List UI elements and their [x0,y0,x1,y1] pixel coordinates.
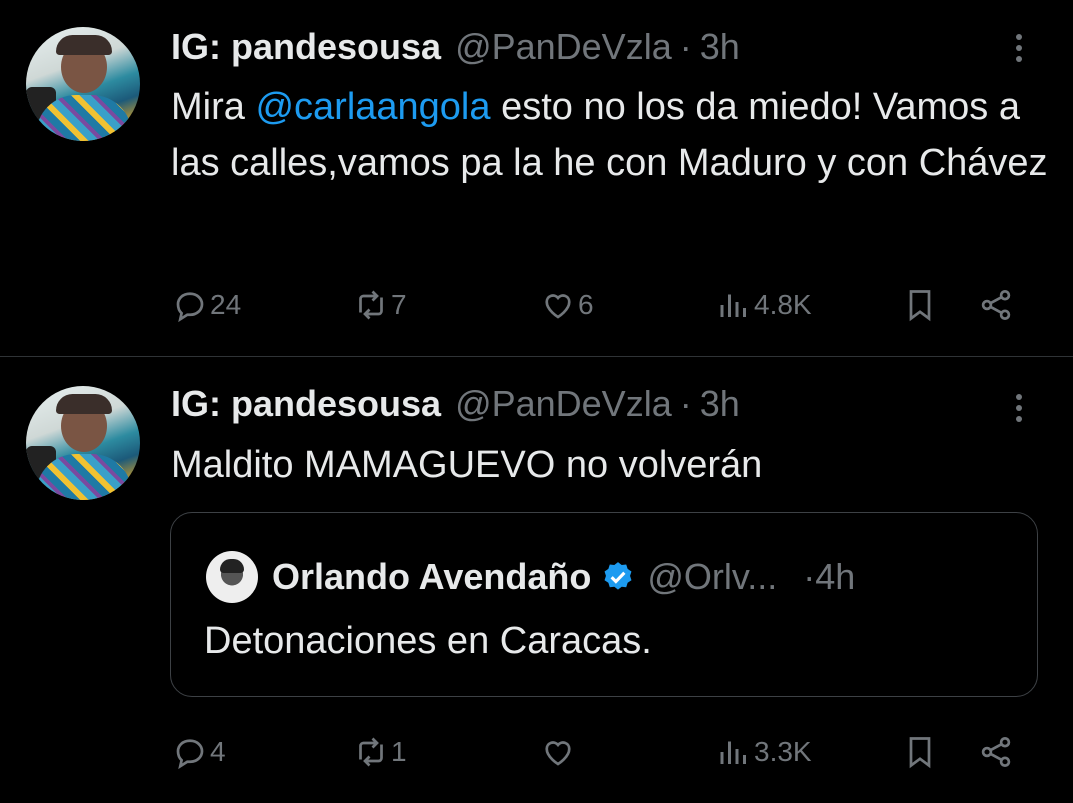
mention-link[interactable]: @carlaangola [255,86,490,128]
repost-arrows-icon [359,737,383,767]
like-button[interactable]: 6 [540,280,594,330]
reply-button[interactable]: 24 [172,280,241,330]
speech-bubble-icon [176,292,204,323]
more-options-button[interactable] [1004,28,1034,68]
reply-button[interactable]: 4 [172,727,226,777]
share-icon [981,290,1011,320]
heart-icon [545,741,571,766]
quoted-text: Detonaciones en Caracas. [204,620,652,662]
share-button[interactable] [978,727,1014,777]
quoted-timestamp[interactable]: ·4h [803,556,855,598]
vertical-ellipsis-icon [1016,34,1022,40]
author-name[interactable]: IG: pandesousa [171,26,441,68]
timestamp[interactable]: 3h [700,26,740,68]
quoted-header: Orlando Avendaño @Orlv... ·4h [272,551,855,603]
author-handle[interactable]: @PanDeVzla [455,26,672,68]
tweet-header: IG: pandesousa @PanDeVzla · 3h [171,26,740,68]
bookmark-button[interactable] [902,280,938,330]
quoted-author-name[interactable]: Orlando Avendaño [272,556,591,598]
like-count: 6 [578,289,594,320]
repost-count: 1 [391,736,407,767]
author-handle[interactable]: @PanDeVzla [455,383,672,425]
action-bar: 4 1 3.3K [0,727,1073,777]
bookmark-icon [909,290,931,322]
views-button[interactable]: 3.3K [716,727,812,777]
vertical-ellipsis-icon [1016,394,1022,400]
repost-button[interactable]: 7 [353,280,407,330]
separator-dot: · [679,383,692,424]
reply-count: 24 [210,289,242,320]
views-button[interactable]: 4.8K [716,280,812,330]
author-name[interactable]: IG: pandesousa [171,383,441,425]
bookmark-icon [909,737,931,769]
reply-count: 4 [210,736,226,767]
like-button[interactable] [540,727,578,777]
avatar[interactable] [26,27,140,141]
verified-badge-icon [604,562,632,590]
views-count: 4.8K [754,289,812,320]
repost-count: 7 [391,289,407,320]
more-options-button[interactable] [1004,388,1034,428]
quoted-tweet[interactable]: Orlando Avendaño @Orlv... ·4h Detonacion… [170,512,1038,697]
action-bar: 24 7 6 4.8K [0,280,1073,330]
bar-chart-icon [720,741,746,764]
tweet[interactable]: IG: pandesousa @PanDeVzla · 3h Mira @car… [0,0,1073,356]
repost-arrows-icon [359,290,383,320]
heart-icon [545,294,571,319]
quoted-avatar[interactable] [206,551,258,603]
repost-button[interactable]: 1 [353,727,407,777]
speech-bubble-icon [176,739,204,770]
quoted-author-handle[interactable]: @Orlv... [647,556,777,598]
share-button[interactable] [978,280,1014,330]
timestamp[interactable]: 3h [700,383,740,425]
bar-chart-icon [720,294,746,317]
separator-dot: · [679,26,692,67]
tweet-header: IG: pandesousa @PanDeVzla · 3h [171,383,740,425]
share-icon [981,737,1011,767]
views-count: 3.3K [754,736,812,767]
tweet[interactable]: IG: pandesousa @PanDeVzla · 3h Maldito M… [0,357,1073,803]
tweet-text: Mira @carlaangola esto no los da miedo! … [171,86,1048,184]
tweet-text: Maldito MAMAGUEVO no volverán [171,444,763,486]
avatar[interactable] [26,386,140,500]
bookmark-button[interactable] [902,727,938,777]
